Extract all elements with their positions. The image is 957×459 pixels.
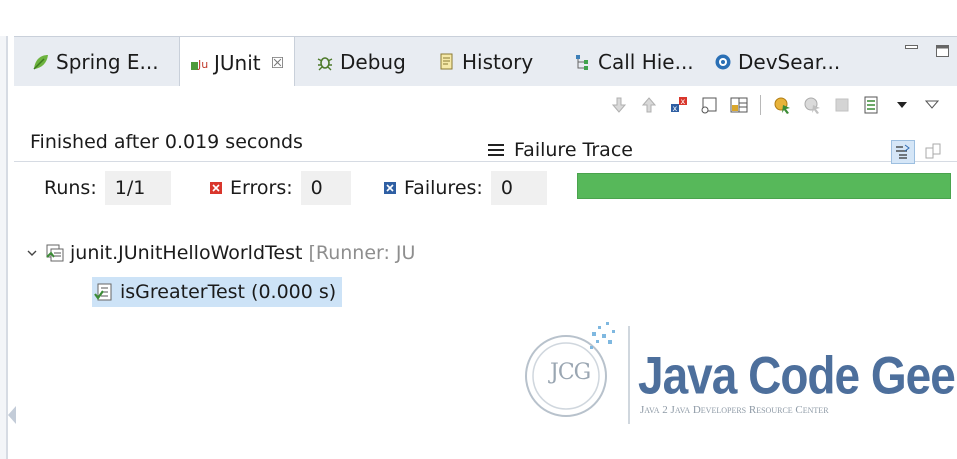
scroll-lock-button[interactable] [700, 96, 718, 114]
tab-label: Debug [340, 50, 406, 74]
junit-toolbar: xx [610, 90, 941, 120]
logo-badge-text: JCG [550, 360, 591, 385]
window-top-strip [0, 0, 957, 36]
next-failure-button[interactable] [610, 96, 628, 114]
history-dropdown-button[interactable] [893, 96, 911, 114]
failure-trace-title: Failure Trace [514, 139, 633, 161]
leaf-icon [33, 55, 48, 70]
tab-spring[interactable]: Spring E... [32, 37, 159, 87]
previous-failure-button[interactable] [640, 96, 658, 114]
history-list-icon [864, 96, 878, 114]
failures-only-icon: xx [671, 97, 687, 113]
layout-icon [730, 97, 748, 113]
tab-junit[interactable]: Ju JUnit ☒ [179, 37, 296, 89]
rerun-failed-icon [804, 97, 820, 114]
compare-icon [925, 143, 941, 159]
view-menu-button[interactable] [923, 96, 941, 114]
svg-text:x: x [673, 104, 678, 113]
tab-label: Spring E... [56, 50, 159, 74]
tree-row-test[interactable]: isGreaterTest (0.000 s) [92, 277, 343, 307]
minimize-icon[interactable] [905, 45, 918, 57]
test-passed-icon [94, 283, 112, 301]
logo-main-text: Java Code Geeks [638, 345, 957, 405]
test-suite-icon [46, 244, 64, 262]
filter-stack-icon [896, 144, 910, 159]
show-failures-only-button[interactable]: xx [670, 96, 688, 114]
failure-trace-toolbar [891, 140, 943, 164]
tab-label: History [462, 50, 534, 74]
logo-sub-text: Java 2 Java Developers Resource Center [640, 404, 829, 416]
scroll-lock-icon [701, 97, 717, 114]
tab-label: DevSear... [738, 50, 841, 74]
rerun-failed-first-button[interactable] [803, 96, 821, 114]
junit-icon: Ju [191, 58, 208, 71]
bug-icon [317, 57, 333, 71]
chevron-down-icon[interactable] [26, 247, 38, 259]
tab-label: Call Hie... [598, 50, 694, 74]
stop-button[interactable] [833, 96, 851, 114]
compare-results-button[interactable] [923, 140, 943, 162]
test-name: isGreaterTest (0.000 s) [120, 281, 337, 303]
left-border [6, 36, 8, 459]
rerun-icon [774, 97, 790, 114]
devsearch-icon [715, 54, 731, 70]
stop-icon [835, 98, 849, 112]
tree-row-suite[interactable]: junit.JUnitHelloWorldTest [Runner: JU [26, 238, 415, 268]
tab-label: JUnit [214, 51, 261, 75]
collapse-arrow-icon[interactable] [8, 406, 16, 424]
filter-stack-button[interactable] [891, 140, 915, 164]
call-hierarchy-icon [576, 55, 588, 70]
view-menu-icon [925, 100, 939, 109]
test-tree: junit.JUnitHelloWorldTest [Runner: JU is… [14, 134, 494, 334]
layout-button[interactable] [730, 96, 748, 114]
suite-runner: [Runner: JU [308, 242, 416, 264]
stack-trace-icon [488, 144, 504, 156]
history-icon [440, 53, 453, 70]
tab-call-hierarchy[interactable]: Call Hie... [574, 37, 694, 87]
caret-down-icon [897, 102, 907, 108]
tab-devsearch[interactable]: DevSear... [714, 37, 840, 87]
arrow-up-icon [641, 97, 657, 113]
close-icon[interactable]: ☒ [271, 54, 284, 72]
svg-text:Ju: Ju [197, 58, 208, 71]
view-window-controls [905, 45, 949, 57]
maximize-icon[interactable] [936, 45, 949, 57]
view-tab-bar: Spring E... Ju JUnit ☒ Debug History Cal… [14, 36, 957, 89]
failures-value: 0 [490, 171, 547, 205]
tab-history[interactable]: History [438, 37, 533, 87]
tab-debug[interactable]: Debug [316, 37, 406, 87]
progress-bar [577, 173, 951, 199]
suite-name: junit.JUnitHelloWorldTest [70, 242, 303, 264]
toolbar-separator [760, 95, 761, 115]
svg-text:x: x [681, 97, 686, 106]
arrow-down-icon [611, 97, 627, 113]
test-run-history-button[interactable] [863, 96, 881, 114]
rerun-button[interactable] [773, 96, 791, 114]
failure-trace-header: Failure Trace [488, 139, 633, 161]
java-code-geeks-logo: JCG Java Code Geeks Java 2 Java Develope… [520, 318, 957, 434]
